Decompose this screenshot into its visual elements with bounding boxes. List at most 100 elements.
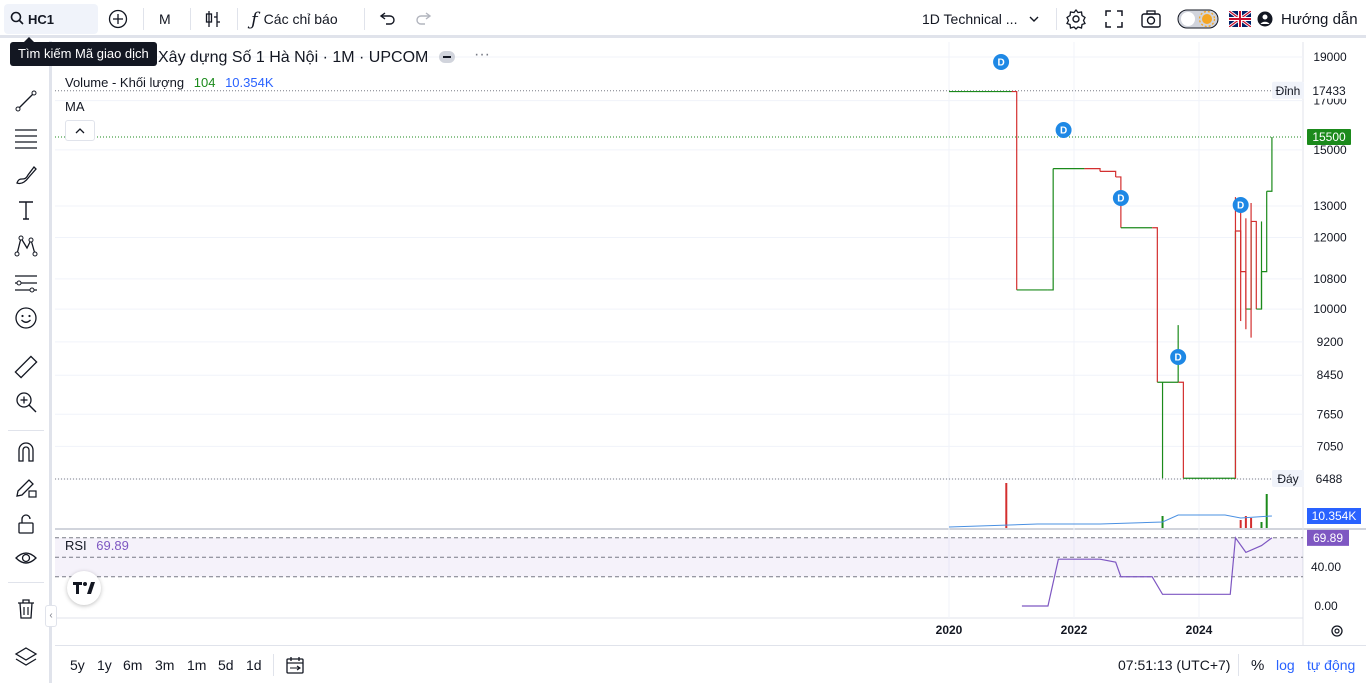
- smiley-icon: [15, 307, 37, 329]
- text-icon: [19, 201, 33, 220]
- gear-core: [1334, 628, 1340, 634]
- pattern-icon: [14, 235, 38, 257]
- range-1y[interactable]: 1y: [97, 646, 112, 684]
- guide-button[interactable]: Hướng dẫn: [1257, 0, 1358, 38]
- rsi-tick-label: 0.00: [1314, 599, 1338, 613]
- pattern-tool[interactable]: [12, 232, 40, 260]
- function-icon: ƒ: [251, 8, 258, 30]
- interval-button[interactable]: M: [159, 0, 171, 38]
- divider: [273, 654, 274, 676]
- minus-pill-icon: [439, 51, 455, 63]
- price-tick-label: 7650: [1317, 407, 1344, 421]
- screenshot-button[interactable]: [1140, 0, 1162, 38]
- price-chart[interactable]: DDDDD 1900017000150001300012000108001000…: [0, 0, 1366, 683]
- volume-legend: Volume - Khối lượng 104 10.354K: [65, 75, 274, 90]
- tv-logo-icon: [73, 582, 95, 594]
- clock-time[interactable]: 07:51:13 (UTC+7): [1118, 646, 1230, 684]
- zoom-tool[interactable]: [12, 388, 40, 416]
- dividend-marker-label: D: [1175, 353, 1182, 364]
- symbol-search[interactable]: HC1: [4, 4, 98, 34]
- price-tick-label: 13000: [1313, 199, 1347, 213]
- theme-toggle[interactable]: [1177, 0, 1219, 38]
- range-3m[interactable]: 3m: [155, 646, 174, 684]
- dividend-marker-label: D: [997, 58, 1004, 69]
- price-tick-label: 7050: [1317, 439, 1344, 453]
- chart-type-button[interactable]: [204, 0, 222, 38]
- add-symbol-button[interactable]: [108, 0, 128, 38]
- trend-line-tool[interactable]: [12, 87, 40, 115]
- calendar-range-icon: [286, 657, 304, 674]
- undo-button[interactable]: [378, 0, 396, 38]
- lock-tool[interactable]: [12, 510, 40, 538]
- measure-tool[interactable]: [12, 353, 40, 381]
- auto-toggle[interactable]: tự động: [1307, 646, 1355, 684]
- dividend-marker[interactable]: D: [1112, 190, 1129, 206]
- redo-icon: [416, 12, 432, 25]
- dividend-marker-label: D: [1237, 201, 1244, 212]
- dividend-marker[interactable]: D: [993, 54, 1010, 70]
- low-price-badge-tag: Đáy: [1277, 472, 1298, 486]
- legend-collapse-button[interactable]: [438, 50, 456, 67]
- volume-bar: [1005, 483, 1008, 528]
- chevron-up-icon: [75, 127, 85, 133]
- magnet-icon: [18, 442, 34, 462]
- language-button[interactable]: [1229, 0, 1251, 38]
- hide-tool[interactable]: [12, 544, 40, 572]
- zoom-in-icon: [16, 392, 37, 413]
- axis-settings-gear-icon[interactable]: [1331, 625, 1343, 637]
- time-tick-label: 2022: [1061, 623, 1088, 637]
- search-tooltip: Tìm kiếm Mã giao dịch: [10, 37, 157, 66]
- range-1d[interactable]: 1d: [246, 646, 262, 684]
- redo-button[interactable]: [415, 0, 433, 38]
- dividend-marker-label: D: [1117, 194, 1124, 205]
- goto-date-button[interactable]: [285, 646, 305, 684]
- plus-circle-icon: [108, 9, 128, 29]
- dividend-marker[interactable]: D: [1055, 122, 1072, 138]
- legend-more-button[interactable]: ···: [474, 46, 490, 64]
- object-tree-tool[interactable]: [12, 643, 40, 671]
- pencil-lock-icon: [16, 479, 37, 498]
- text-tool[interactable]: [12, 196, 40, 224]
- log-toggle[interactable]: log: [1276, 646, 1295, 684]
- chart-title: Xây dựng Số 1 Hà Nội · 1M · UPCOM: [158, 49, 429, 66]
- chevron-down-icon: [1029, 16, 1039, 22]
- price-pane-bg: [55, 42, 1303, 528]
- volume-value: 104: [193, 75, 216, 90]
- brush-tool[interactable]: [12, 161, 40, 189]
- unlock-icon: [18, 514, 34, 534]
- rsi-last-badge: 69.89: [1307, 529, 1349, 546]
- eye-icon: [15, 552, 37, 564]
- stay-drawing-tool[interactable]: [12, 473, 40, 501]
- settings-button[interactable]: [1065, 0, 1087, 38]
- range-5d[interactable]: 5d: [218, 646, 234, 684]
- low-price-badge: 6488 Đáy: [1272, 470, 1351, 487]
- projection-tool[interactable]: [12, 269, 40, 297]
- more-dots-icon: ···: [474, 46, 490, 63]
- divider: [237, 8, 238, 30]
- range-1m[interactable]: 1m: [187, 646, 206, 684]
- percent-toggle[interactable]: %: [1251, 646, 1264, 684]
- tradingview-logo[interactable]: [67, 571, 101, 605]
- low-price-badge-text: 6488: [1316, 472, 1343, 486]
- fib-tool[interactable]: [12, 124, 40, 152]
- rsi-pane: 40.00 0.00 69.89: [55, 529, 1349, 613]
- range-6m[interactable]: 6m: [123, 646, 142, 684]
- last-price-badge: 15500: [1307, 128, 1351, 145]
- fullscreen-button[interactable]: [1104, 0, 1124, 38]
- gear-ring: [1331, 625, 1343, 637]
- range-5y[interactable]: 5y: [70, 646, 85, 684]
- layout-label: 1D Technical ...: [922, 11, 1018, 27]
- divider: [143, 8, 144, 30]
- legend-toggle-button[interactable]: [65, 120, 95, 141]
- layout-dropdown[interactable]: 1D Technical ...: [922, 0, 1041, 38]
- divider: [1056, 8, 1057, 30]
- indicators-button[interactable]: ƒ Các chỉ báo: [251, 0, 338, 38]
- emoji-tool[interactable]: [12, 304, 40, 332]
- collapse-toolbar-handle[interactable]: ‹: [45, 605, 57, 627]
- volume-bar: [1265, 494, 1268, 528]
- magnet-tool[interactable]: [12, 438, 40, 466]
- dividend-marker[interactable]: D: [1232, 197, 1249, 213]
- guide-label: Hướng dẫn: [1281, 10, 1358, 28]
- dividend-marker[interactable]: D: [1170, 349, 1187, 365]
- delete-tool[interactable]: [12, 595, 40, 623]
